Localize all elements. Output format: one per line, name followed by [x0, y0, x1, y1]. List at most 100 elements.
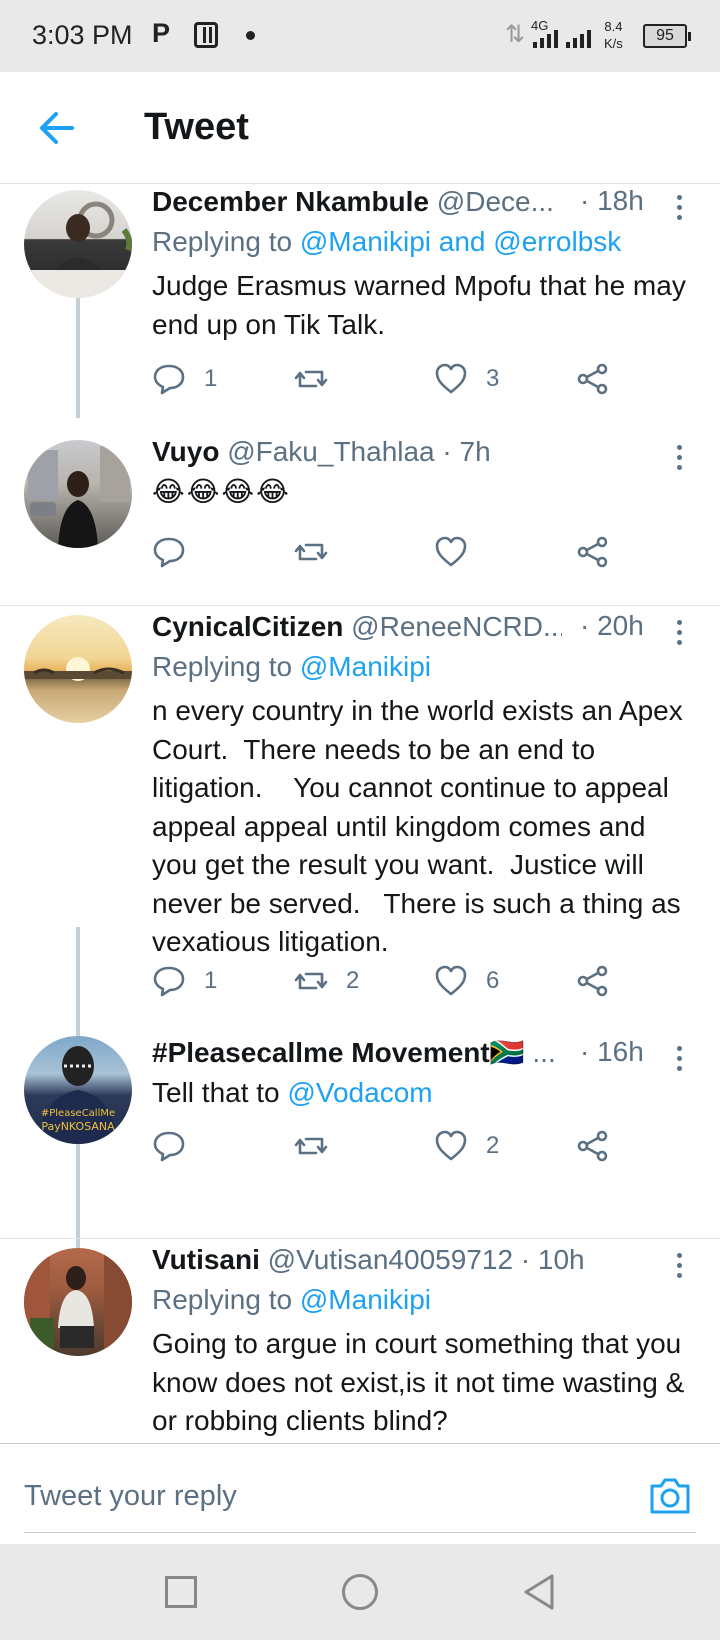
avatar[interactable] — [24, 190, 132, 298]
camera-icon[interactable] — [648, 1476, 692, 1516]
more-options-icon[interactable] — [674, 617, 684, 647]
more-options-icon[interactable] — [674, 1043, 684, 1073]
tweet-author[interactable]: CynicalCitizen @ReneeNCRD... — [152, 610, 562, 644]
author-name: #Pleasecallme Movement🇿🇦 — [152, 1037, 525, 1068]
tweet-text: Tell that to @Vodacom — [152, 1077, 433, 1108]
like-button[interactable] — [434, 532, 468, 572]
retweet-icon — [294, 543, 328, 561]
replying-to: Replying to @Manikipi and @errolbsk — [152, 226, 622, 257]
reply-button[interactable] — [152, 532, 186, 572]
network-speed: 8.4 K/s — [604, 19, 623, 51]
retweet-button[interactable] — [294, 1126, 328, 1166]
reply-count: 1 — [204, 365, 218, 392]
share-icon — [577, 965, 608, 997]
like-button[interactable]: 2 — [434, 1126, 499, 1166]
avatar[interactable] — [24, 615, 132, 723]
replying-to-link[interactable]: @Manikipi and @errolbsk — [300, 226, 621, 257]
reply-input-underline — [24, 1532, 696, 1533]
replying-to-link[interactable]: @Manikipi — [300, 651, 431, 682]
reply-icon — [153, 537, 185, 568]
circle-icon[interactable] — [342, 1574, 378, 1610]
share-icon — [577, 363, 608, 395]
tweet-author[interactable]: December Nkambule @Dece... — [152, 185, 562, 219]
mention-link[interactable]: @Vodacom — [287, 1077, 432, 1108]
tweet-text: Going to argue in court something that y… — [152, 1328, 693, 1436]
author-handle: ... — [532, 1037, 556, 1068]
system-nav-bar — [0, 1544, 720, 1640]
author-handle: @Vutisan40059712 · 10h — [267, 1244, 585, 1275]
tweet-author[interactable]: Vuyo @Faku_Thahlaa · 7h — [152, 435, 690, 469]
heart-icon — [435, 363, 467, 394]
share-icon — [577, 1130, 608, 1162]
reply-icon — [153, 364, 185, 395]
author-name: Vutisani — [152, 1244, 260, 1275]
replying-to-link[interactable]: @Manikipi — [300, 1284, 431, 1315]
retweet-button[interactable] — [294, 532, 328, 572]
tweet-time: · 18h — [580, 185, 644, 216]
author-name: Vuyo — [152, 436, 220, 467]
replying-to: Replying to @Manikipi — [152, 1284, 432, 1315]
replying-to: Replying to @Manikipi — [152, 651, 432, 682]
tweet-time: · 16h — [580, 1036, 644, 1067]
square-icon[interactable] — [165, 1576, 197, 1608]
tweet-actions: 2 — [152, 1126, 652, 1166]
svg-text:PayNKOSANA: PayNKOSANA — [41, 1120, 115, 1133]
retweet-button[interactable]: 2 — [294, 961, 359, 1001]
reply-icon — [153, 966, 185, 997]
battery-icon: 95 — [643, 24, 691, 48]
tweet-time: · 20h — [580, 610, 644, 641]
author-handle: @ReneeNCRD... — [351, 611, 562, 642]
status-bar: 3:03 PM P ⇅ 4G 8.4 K/s 95 — [0, 0, 720, 72]
tweet-content: Vuyo @Faku_Thahlaa · 7h 😂😂😂😂 — [152, 435, 690, 508]
more-options-icon[interactable] — [674, 192, 684, 222]
avatar[interactable] — [24, 1248, 132, 1356]
share-button[interactable] — [576, 1126, 610, 1166]
thread-line — [76, 298, 80, 418]
tweet-content: Vutisani @Vutisan40059712 · 10h Replying… — [152, 1243, 690, 1441]
notification-dot-icon — [246, 31, 255, 40]
reply-composer: Tweet your reply — [0, 1443, 720, 1543]
svg-text:#PleaseCallMe: #PleaseCallMe — [41, 1108, 115, 1119]
share-button[interactable] — [576, 961, 610, 1001]
share-button[interactable] — [576, 359, 610, 399]
tweet-actions: 1 3 — [152, 359, 652, 399]
heart-icon — [435, 965, 467, 996]
reply-count: 1 — [204, 967, 218, 994]
tweet-text: 😂😂😂😂 — [152, 476, 291, 507]
parking-app-icon: P — [152, 18, 171, 48]
avatar[interactable]: #PleaseCallMe PayNKOSANA — [24, 1036, 132, 1144]
tweet-actions — [152, 532, 652, 572]
avatar[interactable] — [24, 440, 132, 548]
tweet-actions: 1 2 6 — [152, 961, 652, 1001]
reply-button[interactable] — [152, 1126, 186, 1166]
like-button[interactable]: 3 — [434, 359, 499, 399]
reply-input[interactable]: Tweet your reply — [24, 1480, 237, 1513]
app-header: Tweet — [0, 72, 720, 184]
retweet-icon — [294, 370, 328, 388]
network-type: 4G — [531, 18, 549, 33]
author-name: December Nkambule — [152, 186, 430, 217]
retweet-button[interactable] — [294, 359, 346, 399]
tweet-author[interactable]: Vutisani @Vutisan40059712 · 10h — [152, 1243, 690, 1277]
tweet-text: Judge Erasmus warned Mpofu that he may e… — [152, 270, 694, 340]
reply-button[interactable]: 1 — [152, 359, 217, 399]
thread-divider — [0, 1238, 720, 1239]
share-button[interactable] — [576, 532, 610, 572]
status-time: 3:03 PM — [32, 20, 133, 50]
tweet-author[interactable]: #Pleasecallme Movement🇿🇦 ... — [152, 1036, 562, 1070]
retweet-icon — [294, 972, 328, 990]
retweet-count: 2 — [346, 967, 360, 994]
reply-button[interactable]: 1 — [152, 961, 217, 1001]
like-button[interactable]: 6 — [434, 961, 499, 1001]
author-handle: @Dece... — [436, 186, 554, 217]
arrow-left-icon[interactable] — [34, 108, 78, 148]
more-options-icon[interactable] — [674, 442, 684, 472]
triangle-back-icon[interactable] — [522, 1572, 556, 1612]
author-name: CynicalCitizen — [152, 611, 344, 642]
tweet-content: CynicalCitizen @ReneeNCRD... · 20h Reply… — [152, 610, 690, 962]
heart-icon — [435, 1130, 467, 1161]
reply-feed[interactable]: December Nkambule @Dece... · 18h Replyin… — [0, 185, 720, 1443]
more-options-icon[interactable] — [674, 1250, 684, 1280]
heart-icon — [435, 536, 467, 567]
tweet-text: n every country in the world exists an A… — [152, 695, 691, 957]
